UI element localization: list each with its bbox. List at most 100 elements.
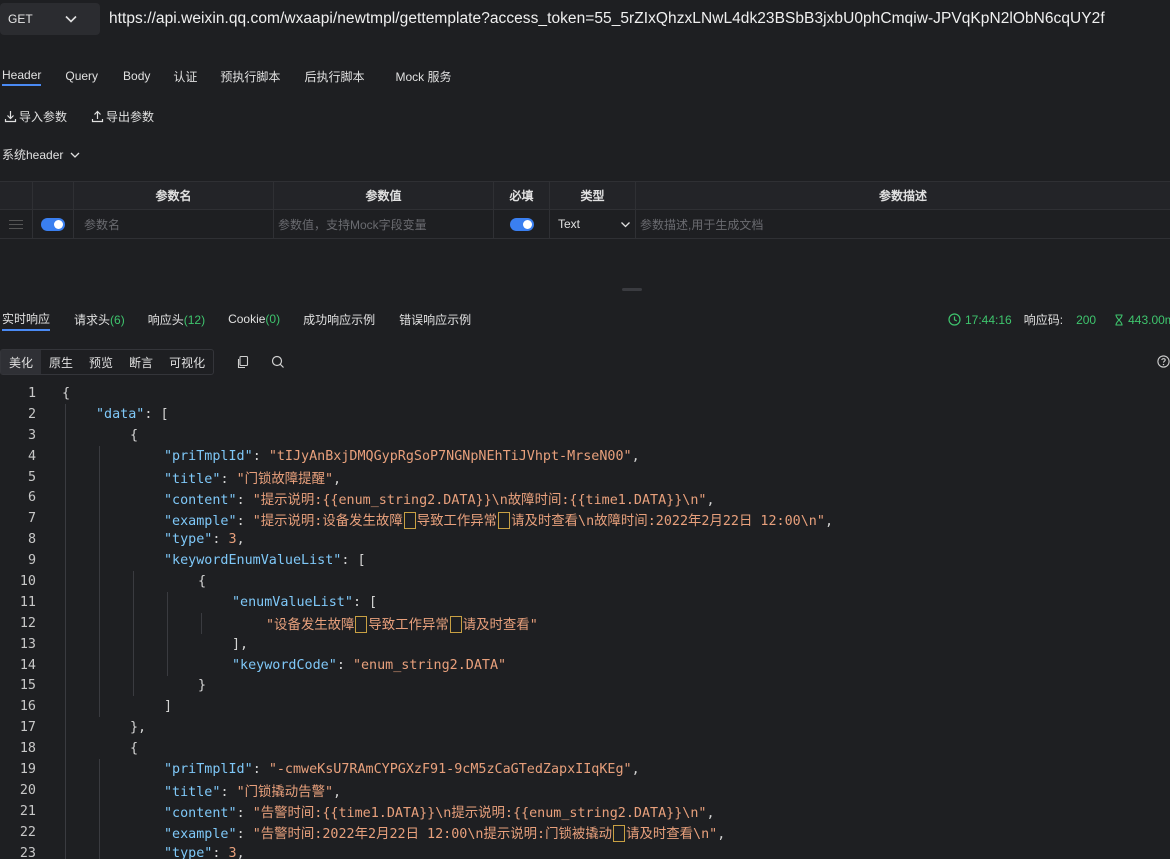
code-text: "content": "告警时间:{{time1.DATA}}\n提示说明:{{… bbox=[164, 806, 715, 822]
param-name-placeholder: 参数名 bbox=[84, 217, 121, 232]
tab-error-example[interactable]: 错误响应示例 bbox=[399, 309, 471, 330]
tab-body[interactable]: Body bbox=[123, 67, 150, 85]
code-line: 2 "data": [ bbox=[0, 404, 1170, 425]
code-line: 10 { bbox=[0, 571, 1170, 592]
column-header-value: 参数值 bbox=[274, 182, 494, 209]
column-header-name: 参数名 bbox=[74, 182, 274, 209]
code-line: 7 "example": "提示说明:设备发生故障 导致工作异常 请及时查看\n故障时… bbox=[0, 508, 1170, 530]
indent-guide bbox=[133, 571, 134, 697]
view-raw[interactable]: 原生 bbox=[41, 350, 81, 374]
hourglass-icon bbox=[1115, 313, 1123, 326]
line-number: 5 bbox=[27, 469, 36, 485]
required-toggle[interactable] bbox=[509, 217, 534, 231]
param-desc-placeholder: 参数描述,用于生成文档 bbox=[640, 217, 764, 232]
cookie-count: (0) bbox=[265, 312, 281, 326]
tab-response-headers[interactable]: 响应头(12) bbox=[148, 309, 205, 330]
tab-pre-script[interactable]: 预执行脚本 bbox=[220, 66, 280, 87]
request-tabs: Header Query Body 认证 预执行脚本 后执行脚本 Mock 服务 bbox=[0, 64, 451, 88]
clock-icon bbox=[948, 313, 961, 326]
url-input[interactable]: https://api.weixin.qq.com/wxaapi/newtmpl… bbox=[106, 3, 1170, 35]
view-visualize[interactable]: 可视化 bbox=[161, 350, 213, 374]
line-number: 18 bbox=[19, 741, 36, 757]
drag-column-header bbox=[0, 182, 33, 209]
line-number: 3 bbox=[27, 427, 36, 443]
code-line: 20 "title": "门锁撬动告警", bbox=[0, 780, 1170, 801]
required-toggle-cell bbox=[494, 210, 550, 238]
enable-column-header bbox=[33, 182, 74, 209]
view-preview[interactable]: 预览 bbox=[81, 350, 121, 374]
line-number: 9 bbox=[27, 553, 36, 569]
method-select[interactable]: GET bbox=[0, 3, 100, 35]
tab-live-response[interactable]: 实时响应 bbox=[2, 308, 51, 331]
code-text: "title": "门锁故障提醒", bbox=[164, 472, 342, 487]
param-name-input[interactable]: 参数名 bbox=[74, 210, 274, 238]
code-text: "title": "门锁撬动告警", bbox=[164, 785, 342, 801]
code-text: "enumValueList": [ bbox=[232, 594, 378, 610]
tab-cookie[interactable]: Cookie(0) bbox=[228, 310, 280, 328]
search-icon[interactable] bbox=[271, 355, 285, 369]
chevron-down-icon bbox=[65, 15, 77, 23]
view-toolbar: 美化 原生 预览 断言 可视化 bbox=[0, 349, 285, 375]
code-text: { bbox=[62, 385, 71, 401]
tab-success-example[interactable]: 成功响应示例 bbox=[303, 309, 375, 330]
enable-toggle-cell bbox=[33, 210, 74, 238]
type-select[interactable]: Text bbox=[550, 210, 636, 238]
code-text: "priTmplId": "-cmweKsU7RAmCYPGXzF91-9cM5… bbox=[164, 761, 640, 777]
param-value-placeholder: 参数值，支持Mock字段变量 bbox=[278, 217, 427, 232]
line-number: 14 bbox=[19, 657, 36, 673]
view-assert[interactable]: 断言 bbox=[121, 350, 161, 374]
response-headers-count: (12) bbox=[183, 312, 206, 327]
param-desc-input[interactable]: 参数描述,用于生成文档 bbox=[636, 210, 1170, 238]
line-number: 4 bbox=[27, 448, 36, 464]
code-text: { bbox=[130, 741, 139, 757]
tab-cookie-label: Cookie bbox=[228, 312, 266, 326]
code-text: "priTmplId": "tIJyAnBxjDMQGypRgSoP7NGNpN… bbox=[164, 448, 640, 464]
code-text: "content": "提示说明:{{enum_string2.DATA}}\n… bbox=[164, 492, 715, 508]
code-line: 5 "title": "门锁故障提醒", bbox=[0, 467, 1170, 488]
tab-query[interactable]: Query bbox=[65, 67, 98, 85]
export-params-button[interactable]: 导出参数 bbox=[91, 108, 154, 125]
drag-handle[interactable] bbox=[0, 210, 33, 238]
view-beautify[interactable]: 美化 bbox=[1, 350, 42, 374]
param-value-input[interactable]: 参数值，支持Mock字段变量 bbox=[274, 210, 494, 238]
line-number: 8 bbox=[27, 532, 36, 548]
tab-mock-service[interactable]: Mock 服务 bbox=[395, 66, 451, 87]
code-line: 3{ bbox=[0, 425, 1170, 446]
copy-icon[interactable] bbox=[236, 355, 250, 369]
help-icon[interactable] bbox=[1157, 355, 1170, 368]
panel-splitter-handle[interactable] bbox=[622, 288, 642, 291]
tab-post-script[interactable]: 后执行脚本 bbox=[304, 66, 364, 87]
response-code-viewer[interactable]: 1{2 "data": [3{4 "priTmplId": "tIJyAnBxjDM… bbox=[0, 383, 1170, 859]
tab-request-headers[interactable]: 请求头(6) bbox=[74, 309, 125, 330]
response-time: 17:44:16 bbox=[965, 312, 1012, 327]
line-number: 10 bbox=[19, 573, 36, 589]
tab-header[interactable]: Header bbox=[2, 66, 42, 86]
response-code: 200 bbox=[1076, 312, 1097, 327]
system-header-toggle[interactable]: 系统header bbox=[2, 146, 81, 163]
code-line: 14 "keywordCode": "enum_string2.DATA" bbox=[0, 655, 1170, 676]
line-number: 21 bbox=[19, 803, 36, 819]
system-header-label: 系统header bbox=[2, 148, 64, 162]
code-text: { bbox=[130, 427, 139, 443]
view-mode-group: 美化 原生 预览 断言 可视化 bbox=[0, 349, 215, 375]
params-table-header: 参数名 参数值 必填 类型 参数描述 bbox=[0, 181, 1170, 210]
tab-auth[interactable]: 认证 bbox=[173, 66, 197, 87]
response-status: 17:44:16 响应码: 200 443.00m bbox=[948, 311, 1170, 328]
chevron-down-icon bbox=[621, 221, 630, 227]
code-text: "keywordCode": "enum_string2.DATA" bbox=[232, 657, 507, 673]
code-line: 22 "example": "告警时间:2022年2月22日 12:00\n提示说… bbox=[0, 822, 1170, 843]
line-number: 2 bbox=[27, 406, 36, 422]
line-number: 1 bbox=[27, 385, 36, 401]
code-line: 18 { bbox=[0, 738, 1170, 759]
code-line: 6 "content": "提示说明:{{enum_string2.DATA}}\… bbox=[0, 487, 1170, 508]
import-params-label: 导入参数 bbox=[19, 110, 68, 124]
code-text: ], bbox=[232, 636, 249, 652]
code-text: "设备发生故障 导致工作异常 请及时查看" bbox=[266, 616, 538, 634]
code-line: 11 "enumValueList": [ bbox=[0, 592, 1170, 613]
code-text: "example": "提示说明:设备发生故障 导致工作异常 请及时查看\n故障时间… bbox=[164, 512, 833, 530]
import-params-button[interactable]: 导入参数 bbox=[4, 108, 67, 125]
tab-response-headers-label: 响应头 bbox=[147, 312, 184, 327]
enable-toggle[interactable] bbox=[41, 217, 65, 231]
code-line: 16] bbox=[0, 696, 1170, 717]
code-line: 9 "keywordEnumValueList": [ bbox=[0, 550, 1170, 571]
